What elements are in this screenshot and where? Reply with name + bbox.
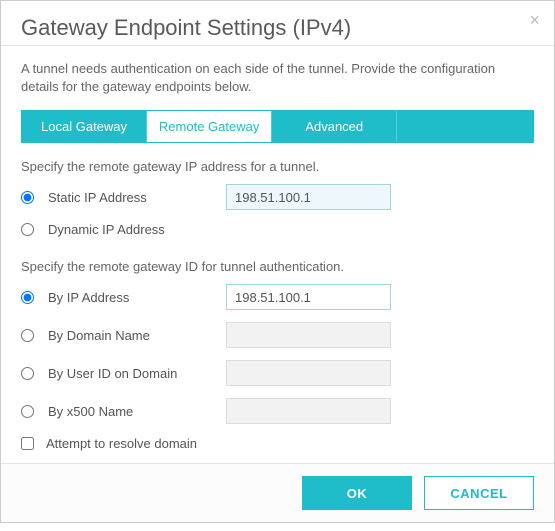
by-userid-label[interactable]: By User ID on Domain [48, 366, 177, 381]
by-userid-input [226, 360, 391, 386]
by-domain-input [226, 322, 391, 348]
dialog-header: Gateway Endpoint Settings (IPv4) × [1, 1, 554, 46]
static-ip-input[interactable] [226, 184, 391, 210]
by-x500-input [226, 398, 391, 424]
dynamic-ip-row: Dynamic IP Address [21, 222, 534, 237]
resolve-domain-row: Attempt to resolve domain [21, 436, 534, 451]
tab-spacer [397, 111, 533, 142]
tabs-bar: Local Gateway Remote Gateway Advanced [21, 110, 534, 143]
close-icon[interactable]: × [529, 11, 540, 29]
by-domain-label[interactable]: By Domain Name [48, 328, 150, 343]
ip-section-prompt: Specify the remote gateway IP address fo… [21, 159, 534, 174]
by-x500-radio[interactable] [21, 405, 34, 418]
by-domain-radio[interactable] [21, 329, 34, 342]
static-ip-radio[interactable] [21, 191, 34, 204]
by-userid-radio[interactable] [21, 367, 34, 380]
ok-button[interactable]: OK [302, 476, 412, 510]
static-ip-label[interactable]: Static IP Address [48, 190, 147, 205]
tab-remote-gateway[interactable]: Remote Gateway [147, 111, 272, 142]
by-ip-radio[interactable] [21, 291, 34, 304]
dialog-footer: OK CANCEL [1, 463, 554, 522]
by-x500-row: By x500 Name [21, 398, 534, 424]
dialog-description: A tunnel needs authentication on each si… [21, 60, 534, 96]
cancel-button[interactable]: CANCEL [424, 476, 534, 510]
id-section-prompt: Specify the remote gateway ID for tunnel… [21, 259, 534, 274]
resolve-domain-checkbox[interactable] [21, 437, 34, 450]
by-ip-row: By IP Address [21, 284, 534, 310]
tab-local-gateway[interactable]: Local Gateway [22, 111, 147, 142]
static-ip-row: Static IP Address [21, 184, 534, 210]
resolve-domain-label[interactable]: Attempt to resolve domain [46, 436, 197, 451]
dynamic-ip-label[interactable]: Dynamic IP Address [48, 222, 165, 237]
dialog-title: Gateway Endpoint Settings (IPv4) [21, 15, 534, 41]
by-domain-row: By Domain Name [21, 322, 534, 348]
dynamic-ip-radio[interactable] [21, 223, 34, 236]
by-ip-input[interactable] [226, 284, 391, 310]
gateway-endpoint-dialog: Gateway Endpoint Settings (IPv4) × A tun… [0, 0, 555, 523]
tab-advanced[interactable]: Advanced [272, 111, 397, 142]
by-ip-label[interactable]: By IP Address [48, 290, 129, 305]
by-userid-row: By User ID on Domain [21, 360, 534, 386]
by-x500-label[interactable]: By x500 Name [48, 404, 133, 419]
dialog-body: A tunnel needs authentication on each si… [1, 46, 554, 463]
